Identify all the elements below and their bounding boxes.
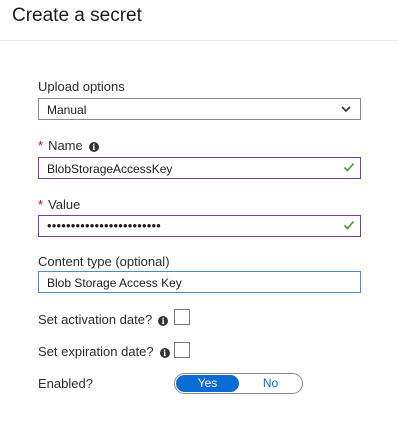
info-icon[interactable]: i	[88, 142, 99, 152]
activation-date-label: Set activation date? i	[38, 312, 169, 327]
expiration-date-label: Set expiration date? i	[38, 344, 170, 359]
enabled-toggle[interactable]: Yes No	[174, 373, 303, 394]
enabled-yes-option[interactable]: Yes	[176, 375, 239, 392]
name-value: BlobStorageAccessKey	[47, 162, 173, 176]
activation-date-label-text: Set activation date?	[38, 312, 153, 327]
page-title: Create a secret	[12, 5, 142, 26]
upload-options-label: Upload options	[38, 79, 125, 94]
secret-value-input[interactable]: ••••••••••••••••••••••••	[38, 215, 361, 237]
enabled-label: Enabled?	[38, 376, 93, 391]
name-label: * Name i	[38, 138, 99, 153]
masked-value: ••••••••••••••••••••••••	[47, 218, 162, 233]
name-label-text: Name	[48, 138, 83, 153]
enabled-no-option[interactable]: No	[239, 375, 302, 392]
content-type-label: Content type (optional)	[38, 254, 170, 269]
content-type-value: Blob Storage Access Key	[47, 276, 182, 290]
content-type-input[interactable]: Blob Storage Access Key	[38, 271, 361, 293]
info-icon[interactable]: i	[158, 316, 169, 326]
expiration-date-label-text: Set expiration date?	[38, 344, 154, 359]
expiration-date-checkbox[interactable]	[174, 342, 190, 358]
upload-options-select[interactable]: Manual	[38, 98, 361, 120]
create-secret-panel: Create a secret Upload options Manual * N…	[0, 0, 398, 425]
required-marker: *	[38, 197, 44, 212]
upload-options-value: Manual	[47, 103, 87, 117]
info-icon[interactable]: i	[159, 348, 170, 358]
panel-header: Create a secret	[0, 0, 398, 41]
activation-date-checkbox[interactable]	[174, 309, 190, 325]
name-input[interactable]: BlobStorageAccessKey	[38, 157, 361, 179]
value-label: * Value	[38, 197, 80, 212]
checkmark-icon	[343, 162, 355, 172]
required-marker: *	[38, 138, 44, 153]
checkmark-icon	[343, 220, 355, 230]
value-label-text: Value	[48, 197, 81, 212]
chevron-down-icon	[341, 106, 351, 113]
